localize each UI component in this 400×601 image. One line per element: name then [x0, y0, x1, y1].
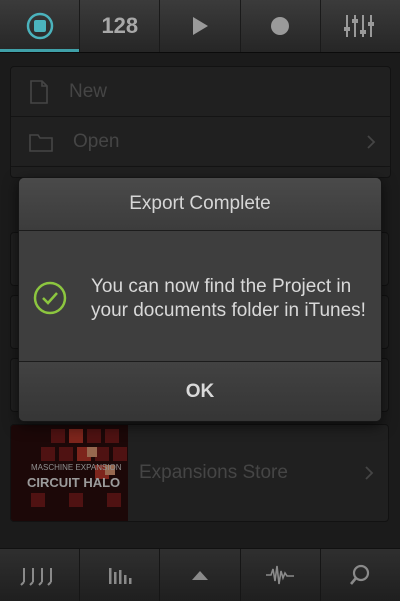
dialog-body: You can now find the Project in your doc…	[19, 231, 381, 362]
keyboard-button[interactable]	[0, 549, 81, 601]
waveform-button[interactable]	[241, 549, 321, 601]
up-arrow-icon	[192, 571, 208, 580]
levels-icon	[108, 568, 132, 584]
success-check-icon	[33, 281, 67, 315]
dialog-title: Export Complete	[19, 178, 381, 231]
record-button[interactable]	[241, 0, 321, 52]
project-button[interactable]	[0, 0, 81, 52]
play-icon	[193, 17, 208, 35]
levels-button[interactable]	[80, 549, 161, 601]
tempo-value: 128	[101, 13, 139, 38]
waveform-icon	[266, 565, 295, 585]
tempo-button[interactable]: 128	[80, 0, 161, 52]
export-complete-dialog: Export Complete You can now find the Pro…	[18, 177, 382, 422]
mixer-icon	[344, 15, 375, 37]
up-arrow-button[interactable]	[160, 549, 241, 601]
play-button[interactable]	[160, 0, 241, 52]
top-toolbar: 128	[0, 0, 400, 53]
ok-button[interactable]: OK	[19, 362, 381, 421]
dialog-message: You can now find the Project in your doc…	[91, 276, 366, 321]
project-icon	[26, 12, 53, 40]
bottom-toolbar	[0, 548, 400, 601]
keyboard-icon	[19, 568, 52, 586]
mixer-button[interactable]	[321, 0, 400, 52]
record-icon	[271, 17, 290, 35]
search-icon	[350, 564, 370, 585]
search-button[interactable]	[321, 549, 400, 601]
